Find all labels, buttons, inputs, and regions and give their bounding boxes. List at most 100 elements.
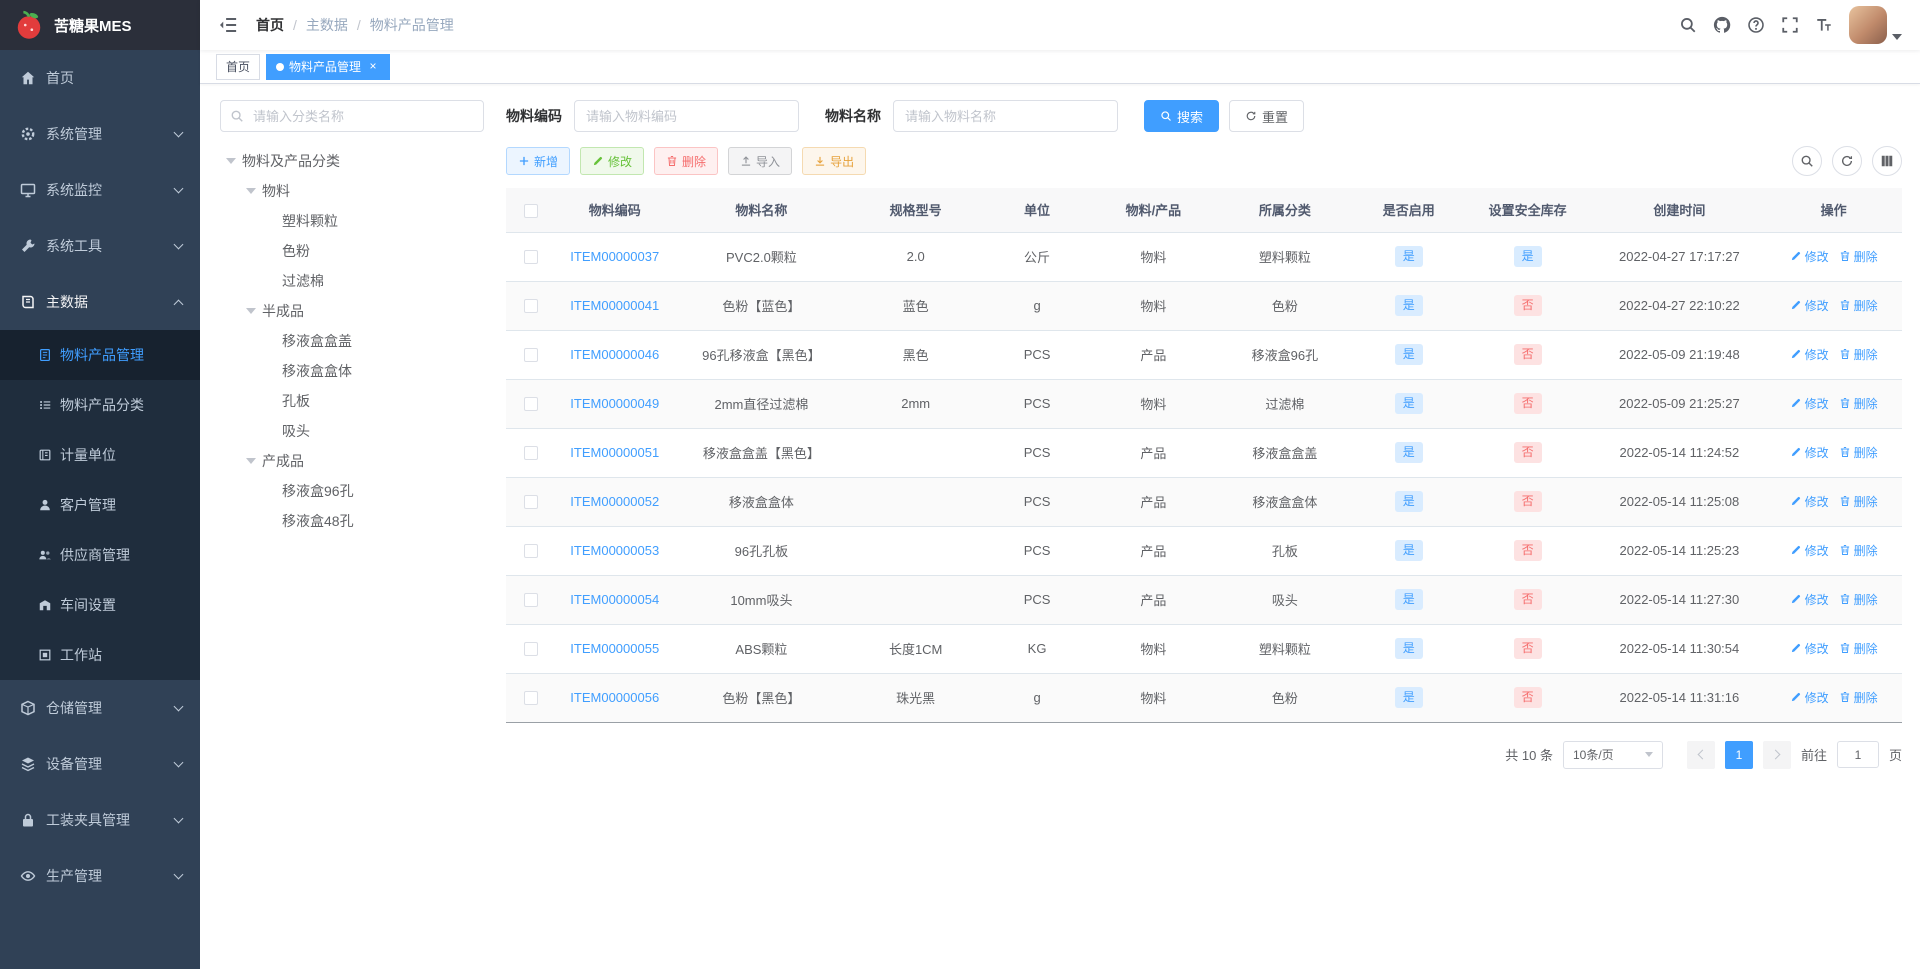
material-name-input[interactable]: [893, 100, 1118, 132]
sidebar-subitem[interactable]: 物料产品管理: [0, 330, 200, 380]
row-checkbox[interactable]: [524, 397, 539, 412]
page-size-select[interactable]: 10条/页: [1562, 740, 1663, 769]
material-code-link[interactable]: ITEM00000041: [570, 298, 659, 313]
view-tag[interactable]: 首页: [216, 53, 261, 80]
row-delete-link[interactable]: 删除: [1839, 640, 1878, 657]
sidebar-item[interactable]: 设备管理: [0, 736, 200, 792]
row-checkbox[interactable]: [524, 495, 539, 510]
material-code-input[interactable]: [574, 100, 799, 132]
add-button[interactable]: 新增: [506, 147, 571, 175]
row-checkbox[interactable]: [524, 642, 539, 657]
search-icon[interactable]: [1679, 16, 1697, 34]
page-1-button[interactable]: 1: [1724, 740, 1753, 769]
tree-node[interactable]: 移液盒48孔: [220, 506, 484, 536]
row-delete-link[interactable]: 删除: [1839, 346, 1878, 363]
reset-button[interactable]: 重置: [1229, 100, 1305, 132]
material-code-link[interactable]: ITEM00000052: [570, 494, 659, 509]
next-page-button[interactable]: [1762, 740, 1791, 769]
tree-node[interactable]: 孔板: [220, 386, 484, 416]
sidebar-subitem[interactable]: 车间设置: [0, 580, 200, 630]
row-edit-link[interactable]: 修改: [1790, 395, 1829, 412]
edit-button[interactable]: 修改: [580, 147, 645, 175]
tree-node[interactable]: 半成品: [220, 296, 484, 326]
sidebar-item[interactable]: 首页: [0, 50, 200, 106]
breadcrumb-item[interactable]: 首页: [256, 15, 284, 35]
sidebar-item[interactable]: 生产管理: [0, 848, 200, 904]
row-delete-link[interactable]: 删除: [1839, 591, 1878, 608]
row-edit-link[interactable]: 修改: [1790, 689, 1829, 706]
row-checkbox[interactable]: [524, 691, 539, 706]
github-icon[interactable]: [1713, 16, 1731, 34]
tree-node[interactable]: 移液盒盒体: [220, 356, 484, 386]
columns-button[interactable]: [1872, 146, 1902, 176]
export-button[interactable]: 导出: [802, 147, 867, 175]
delete-button[interactable]: 删除: [654, 147, 719, 175]
row-delete-link[interactable]: 删除: [1839, 444, 1878, 461]
tree-node[interactable]: 色粉: [220, 236, 484, 266]
sidebar-toggle-icon[interactable]: [218, 15, 238, 35]
help-icon[interactable]: [1747, 16, 1765, 34]
material-code-link[interactable]: ITEM00000055: [570, 641, 659, 656]
row-delete-link[interactable]: 删除: [1839, 248, 1878, 265]
prev-page-button[interactable]: [1686, 740, 1715, 769]
sidebar-subitem[interactable]: 物料产品分类: [0, 380, 200, 430]
row-delete-link[interactable]: 删除: [1839, 395, 1878, 412]
tree-node[interactable]: 产成品: [220, 446, 484, 476]
sidebar-subitem[interactable]: 计量单位: [0, 430, 200, 480]
sidebar-item[interactable]: 系统监控: [0, 162, 200, 218]
goto-page-input[interactable]: [1836, 741, 1879, 768]
search-button[interactable]: 搜索: [1144, 100, 1220, 132]
row-checkbox[interactable]: [524, 250, 539, 265]
sidebar-item[interactable]: 系统管理: [0, 106, 200, 162]
sidebar-item[interactable]: 主数据: [0, 274, 200, 330]
user-menu[interactable]: [1849, 6, 1902, 44]
tree-node[interactable]: 过滤棉: [220, 266, 484, 296]
row-checkbox[interactable]: [524, 593, 539, 608]
material-code-link[interactable]: ITEM00000054: [570, 592, 659, 607]
category-search-input[interactable]: [220, 100, 484, 132]
row-edit-link[interactable]: 修改: [1790, 542, 1829, 559]
row-edit-link[interactable]: 修改: [1790, 248, 1829, 265]
row-checkbox[interactable]: [524, 348, 539, 363]
import-button[interactable]: 导入: [728, 147, 793, 175]
sidebar-subitem[interactable]: 客户管理: [0, 480, 200, 530]
row-edit-link[interactable]: 修改: [1790, 444, 1829, 461]
row-edit-link[interactable]: 修改: [1790, 591, 1829, 608]
font-size-icon[interactable]: [1815, 16, 1833, 34]
row-checkbox[interactable]: [524, 299, 539, 314]
tree-node[interactable]: 物料及产品分类: [220, 146, 484, 176]
sidebar-item[interactable]: 仓储管理: [0, 680, 200, 736]
sidebar-subitem[interactable]: 工作站: [0, 630, 200, 680]
tree-node[interactable]: 塑料颗粒: [220, 206, 484, 236]
row-delete-link[interactable]: 删除: [1839, 542, 1878, 559]
tree-node[interactable]: 物料: [220, 176, 484, 206]
material-code-link[interactable]: ITEM00000049: [570, 396, 659, 411]
row-delete-link[interactable]: 删除: [1839, 493, 1878, 510]
app-logo[interactable]: 苦糖果MES: [0, 0, 200, 50]
row-edit-link[interactable]: 修改: [1790, 640, 1829, 657]
material-code-link[interactable]: ITEM00000037: [570, 249, 659, 264]
material-code-link[interactable]: ITEM00000053: [570, 543, 659, 558]
material-code-link[interactable]: ITEM00000051: [570, 445, 659, 460]
row-delete-link[interactable]: 删除: [1839, 297, 1878, 314]
row-checkbox[interactable]: [524, 544, 539, 559]
close-icon[interactable]: ×: [366, 59, 380, 74]
row-edit-link[interactable]: 修改: [1790, 493, 1829, 510]
toggle-search-button[interactable]: [1792, 146, 1822, 176]
refresh-button[interactable]: [1832, 146, 1862, 176]
sidebar-item[interactable]: 系统工具: [0, 218, 200, 274]
material-code-link[interactable]: ITEM00000046: [570, 347, 659, 362]
tree-node[interactable]: 移液盒盒盖: [220, 326, 484, 356]
row-delete-link[interactable]: 删除: [1839, 689, 1878, 706]
material-code-link[interactable]: ITEM00000056: [570, 690, 659, 705]
fullscreen-icon[interactable]: [1781, 16, 1799, 34]
sidebar-subitem[interactable]: 供应商管理: [0, 530, 200, 580]
select-all-checkbox[interactable]: [524, 203, 539, 218]
row-checkbox[interactable]: [524, 446, 539, 461]
row-edit-link[interactable]: 修改: [1790, 297, 1829, 314]
row-edit-link[interactable]: 修改: [1790, 346, 1829, 363]
tree-node[interactable]: 吸头: [220, 416, 484, 446]
sidebar-item[interactable]: 工装夹具管理: [0, 792, 200, 848]
tree-node[interactable]: 移液盒96孔: [220, 476, 484, 506]
view-tag[interactable]: 物料产品管理 ×: [266, 53, 391, 80]
